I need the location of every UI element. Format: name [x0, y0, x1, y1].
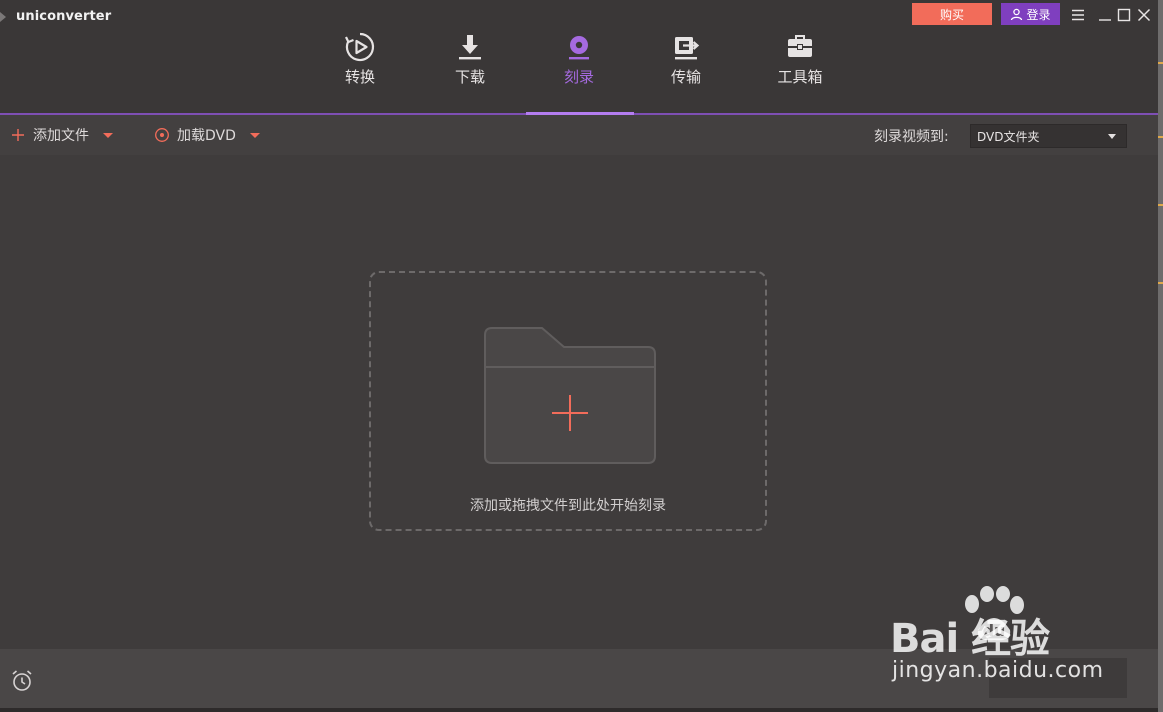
load-dvd-label: 加载DVD: [177, 128, 236, 144]
edge-mark: [1158, 204, 1163, 206]
tab-transfer-label: 传输: [670, 68, 701, 86]
add-file-dropdown-icon[interactable]: [103, 132, 113, 138]
play-circle-icon: [345, 32, 375, 62]
login-button-label: 登录: [1026, 7, 1051, 22]
app-menu-caret-icon[interactable]: [0, 12, 6, 22]
user-icon: [1011, 8, 1023, 20]
add-file-label: 添加文件: [33, 128, 89, 144]
background-window-edge: [1158, 0, 1163, 712]
drop-zone[interactable]: 添加或拖拽文件到此处开始刻录: [369, 271, 767, 531]
edge-mark: [1158, 62, 1163, 64]
transfer-icon: [675, 37, 700, 60]
edge-mark: [1158, 282, 1163, 284]
watermark-brand: Bai 经验: [890, 616, 1050, 662]
tab-burn[interactable]: 刻录: [534, 30, 624, 90]
burn-to-label: 刻录视频到:: [874, 129, 949, 145]
tab-download-label: 下载: [454, 68, 485, 86]
tab-download[interactable]: 下载: [425, 30, 515, 90]
dvd-disc-icon: [155, 128, 169, 142]
maximize-icon[interactable]: [1115, 6, 1133, 24]
app-title: uniconverter: [16, 9, 112, 24]
tab-toolbox[interactable]: 工具箱: [755, 30, 845, 90]
minimize-icon[interactable]: [1096, 6, 1114, 24]
burn-target-select[interactable]: DVD文件夹: [970, 124, 1127, 148]
tab-convert-label: 转换: [344, 68, 375, 86]
tab-transfer[interactable]: 传输: [641, 30, 731, 90]
menu-icon[interactable]: [1069, 6, 1087, 24]
burn-target-value: DVD文件夹: [977, 129, 1040, 144]
toolbox-icon: [788, 35, 812, 57]
buy-button[interactable]: 购买: [912, 3, 992, 25]
load-dvd-button[interactable]: 加载DVD: [154, 115, 260, 155]
close-icon[interactable]: [1135, 6, 1153, 24]
tab-toolbox-label: 工具箱: [777, 68, 823, 86]
edge-mark: [1158, 136, 1163, 138]
folder-add-icon[interactable]: [482, 325, 658, 465]
drop-zone-text: 添加或拖拽文件到此处开始刻录: [470, 498, 666, 514]
plus-icon: [12, 129, 24, 141]
tab-convert[interactable]: 转换: [315, 30, 405, 90]
load-dvd-dropdown-icon[interactable]: [249, 132, 260, 138]
top-bar: uniconverter 购买 登录 转换 下载 刻录 传输 工具箱: [0, 0, 1158, 113]
bottom-edge: [0, 708, 1158, 712]
alarm-clock-icon[interactable]: [10, 669, 34, 693]
buy-button-label: 购买: [939, 7, 964, 22]
watermark-url: jingyan.baidu.com: [892, 658, 1104, 683]
tab-burn-label: 刻录: [563, 68, 594, 86]
disc-icon: [569, 36, 589, 60]
download-icon: [459, 35, 481, 60]
chevron-down-icon: [1108, 134, 1116, 139]
login-button[interactable]: 登录: [1001, 3, 1060, 25]
add-file-button[interactable]: 添加文件: [11, 115, 113, 155]
